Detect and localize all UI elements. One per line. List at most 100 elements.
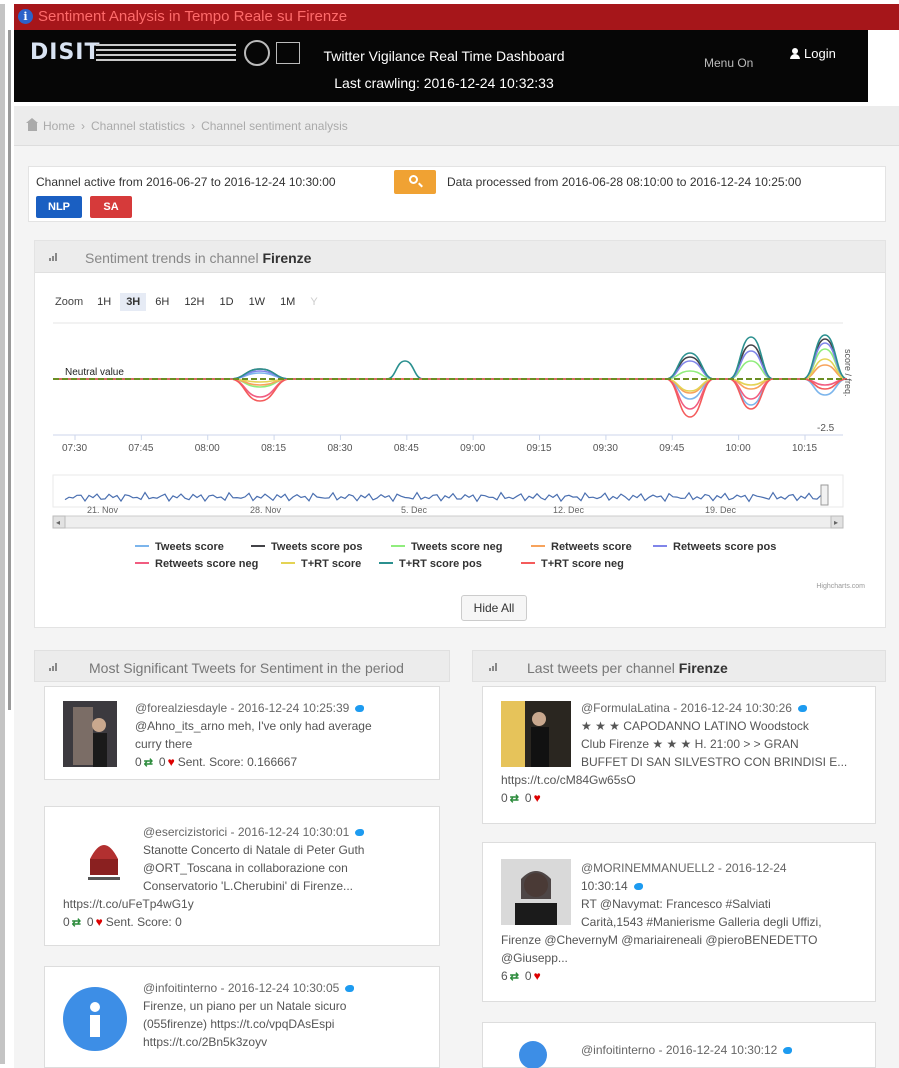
x-tick-label: 07:30 [62,443,87,454]
sentiment-score: Sent. Score: 0 [105,915,182,929]
navigator-scrollbar[interactable] [52,515,844,529]
tweet-card: @FormulaLatina - 2016-12-24 10:30:26 ★ ★… [482,686,876,824]
x-tick-label: 09:15 [527,443,552,454]
legend-item[interactable]: Tweets score neg [391,541,503,553]
top-navbar: DISIT Twitter Vigilance Real Time Dashbo… [14,30,868,102]
hide-all-button[interactable]: Hide All [461,595,527,621]
last-tweets-channel: Firenze [678,660,728,676]
tweet-body: @infoitinterno - 2016-12-24 10:30:12 [581,1041,873,1059]
retweet-icon: ⇄ [509,793,519,805]
last-crawling: Last crawling: 2016-12-24 10:32:33 [334,75,554,91]
twitter-icon [797,704,808,712]
series-line[interactable] [53,348,848,388]
tweet-link[interactable]: https://t.co/uFeTp4wG1y [63,895,433,913]
x-tick-label: 08:15 [261,443,286,454]
legend-item[interactable]: Retweets score neg [135,558,258,570]
last-tweets-title: Last tweets per channel Firenze [527,660,728,676]
nlp-button[interactable]: NLP [36,196,82,218]
tweet-meta[interactable]: @infoitinterno - 2016-12-24 10:30:05 [143,981,339,995]
twitter-icon [345,984,355,992]
tweet-meta-time: 10:30:14 [581,879,628,893]
breadcrumb-channel-statistics[interactable]: Channel statistics [91,119,185,133]
sentiment-chart[interactable]: Neutral value score / freq. -2.5 07:30 07… [35,311,887,531]
legend-item[interactable]: T+RT score neg [521,558,624,570]
legend-item[interactable]: T+RT score pos [379,558,482,570]
trend-title-prefix: Sentiment trends in channel [85,250,259,266]
retweet-icon: ⇄ [509,971,519,983]
legend-item[interactable]: Retweets score [531,541,632,553]
series-line[interactable] [53,338,848,380]
tweet-meta[interactable]: @esercizistorici - 2016-12-24 10:30:01 [143,825,349,839]
series-line[interactable] [53,342,848,380]
zoom-6h[interactable]: 6H [149,293,175,311]
tweet-text-line: BUFFET DI SAN SILVESTRO CON BRINDISI E..… [581,755,848,769]
zoom-label: Zoom [55,296,84,308]
disit-logo[interactable]: DISIT [24,38,300,72]
x-tick-label: 10:00 [726,443,751,454]
zoom-1w[interactable]: 1W [243,293,272,311]
navigator-tick-label: 12. Dec [553,505,585,515]
tweet-text-line: Conservatorio 'L.Cherubini' di Firenze..… [143,879,354,893]
unifi-logo-icon [276,42,300,64]
menu-toggle[interactable]: Menu On [704,56,753,70]
tweet-text-line: (055firenze) https://t.co/vpqDAsEspi [143,1017,335,1031]
breadcrumb-current: Channel sentiment analysis [201,119,348,133]
tweet-text-line: Club Firenze ★ ★ ★ H. 21:00 > > GRAN [581,737,799,751]
series-line[interactable] [53,334,848,380]
x-tick-label: 10:15 [792,443,817,454]
sa-button[interactable]: SA [90,196,132,218]
zoom-1m[interactable]: 1M [274,293,301,311]
home-icon [26,118,38,131]
series-line[interactable] [53,358,848,392]
zoom-3h[interactable]: 3H [120,293,147,311]
search-button[interactable] [394,170,436,194]
university-seal-icon [244,40,270,66]
avatar [63,701,117,767]
significant-tweets-panel: Most Significant Tweets for Sentiment in… [34,650,450,1068]
last-tweets-panel-header: Last tweets per channel Firenze [472,650,886,682]
navigator-handle[interactable] [820,484,829,506]
tweet-body: @FormulaLatina - 2016-12-24 10:30:26 ★ ★… [581,699,873,771]
tweet-stats: 0 ⇄ 0 ♥ Sent. Score: 0 [63,913,433,932]
series-line[interactable] [53,372,848,406]
avatar [63,987,127,1051]
legend-item[interactable]: T+RT score [281,558,361,570]
y-tick: -2.5 [817,423,835,434]
login-link[interactable]: Login [790,46,836,61]
left-border [0,4,5,1064]
tweet-link[interactable]: https://t.co/cM84Gw65sO [501,771,871,789]
tweet-meta[interactable]: @MORINEMMANUELL2 - 2016-12-24 [581,861,787,875]
tweet-stats: 0 ⇄ 0 ♥ [501,789,871,808]
significant-title: Most Significant Tweets for Sentiment in… [89,660,404,676]
series-line[interactable] [53,378,848,418]
x-tick-label: 08:30 [327,443,352,454]
trend-channel-name: Firenze [262,250,312,266]
svg-text:◂: ◂ [56,518,60,527]
tweet-meta[interactable]: @FormulaLatina - 2016-12-24 10:30:26 [581,701,792,715]
y-axis-label: score / freq. [843,349,853,397]
legend-item[interactable]: Retweets score pos [653,541,776,553]
trend-panel-header: Sentiment trends in channel Firenze [35,241,885,273]
navigator-area[interactable] [52,474,844,508]
legend-item[interactable]: Tweets score pos [251,541,363,553]
tweet-body: @esercizistorici - 2016-12-24 10:30:01 S… [143,823,437,895]
zoom-12h[interactable]: 12H [178,293,210,311]
significant-panel-header: Most Significant Tweets for Sentiment in… [34,650,450,682]
navigator-tick-label: 5. Dec [401,505,428,515]
scrollbar[interactable] [8,30,11,710]
zoom-1d[interactable]: 1D [214,293,240,311]
zoom-1h[interactable]: 1H [91,293,117,311]
tweet-body: @infoitinterno - 2016-12-24 10:30:05 Fir… [143,979,437,1051]
legend-item[interactable]: Tweets score [135,541,224,553]
highcharts-credit[interactable]: Highcharts.com [816,583,865,590]
tweet-meta[interactable]: @forealziesdayle - 2016-12-24 10:25:39 [135,701,349,715]
tweet-footer: https://t.co/uFeTp4wG1y 0 ⇄ 0 ♥ Sent. Score:… [63,895,433,932]
breadcrumb-bar: Home › Channel statistics › Channel sentimen… [14,106,899,146]
tweet-meta[interactable]: @infoitinterno - 2016-12-24 10:30:12 [581,1043,777,1057]
series-line[interactable] [53,378,848,410]
tweet-stats: 0 ⇄ 0 ♥ Sent. Score: 0.166667 [135,753,435,772]
tweet-card: @forealziesdayle - 2016-12-24 10:25:39 @… [44,686,440,780]
bar-chart-icon [49,253,61,261]
retweet-icon: ⇄ [71,917,81,929]
breadcrumb-home[interactable]: Home [43,119,75,133]
